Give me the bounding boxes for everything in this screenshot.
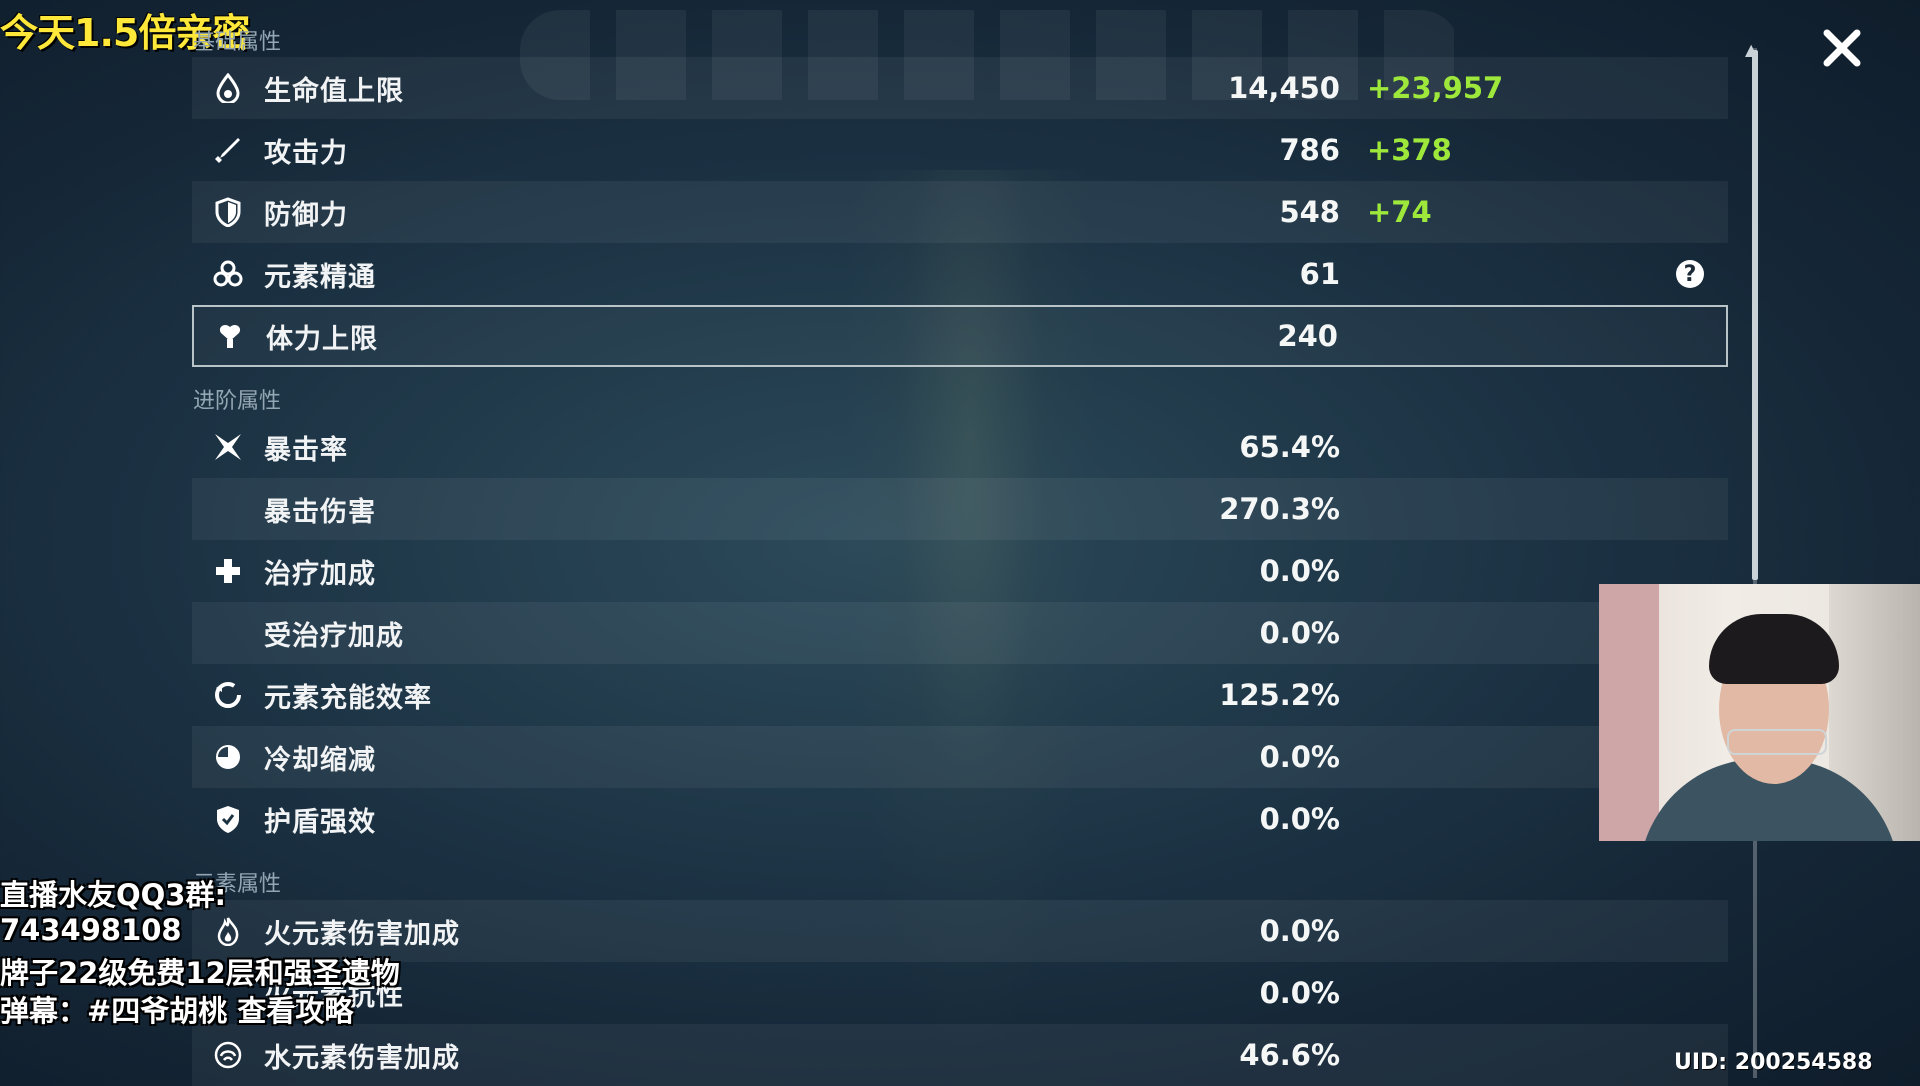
- stat-row-crit-dmg[interactable]: 暴击伤害 270.3%: [192, 478, 1728, 540]
- stat-row-healing-bonus[interactable]: 治疗加成 0.0%: [192, 540, 1728, 602]
- section-header-advanced: 进阶属性: [193, 389, 282, 414]
- close-button[interactable]: [1820, 26, 1864, 70]
- player-uid: UID: 200254588: [1674, 1050, 1873, 1075]
- stat-value: 240: [1277, 319, 1338, 353]
- sword-icon: [212, 134, 244, 166]
- hp-drop-icon: [212, 72, 244, 104]
- stat-value: 125.2%: [1219, 678, 1340, 712]
- healing-cross-icon: [212, 555, 244, 587]
- energy-recharge-icon: [212, 679, 244, 711]
- scrollbar-thumb[interactable]: [1752, 50, 1758, 580]
- stat-value: 0.0%: [1259, 802, 1340, 836]
- hydro-icon: [212, 1039, 244, 1071]
- shield-strength-icon: [212, 803, 244, 835]
- close-icon: [1823, 29, 1861, 67]
- stat-label: 治疗加成: [264, 558, 376, 590]
- stat-value: 0.0%: [1259, 554, 1340, 588]
- elemental-mastery-icon: [212, 258, 244, 290]
- stat-label: 攻击力: [264, 137, 348, 169]
- stat-value: 14,450: [1228, 71, 1340, 105]
- stat-row-cooldown[interactable]: 冷却缩减 0.0%: [192, 726, 1728, 788]
- scroll-up-icon[interactable]: ▲: [1745, 40, 1757, 59]
- overlay-badge-info: 牌子22级免费12层和强圣遗物: [0, 956, 400, 990]
- stat-label: 受治疗加成: [264, 620, 404, 652]
- stat-value: 46.6%: [1239, 1038, 1340, 1072]
- stat-row-atk[interactable]: 攻击力 786 +378: [192, 119, 1728, 181]
- stat-row-em[interactable]: 元素精通 61 ?: [192, 243, 1728, 305]
- stat-label: 水元素伤害加成: [264, 1042, 460, 1074]
- overlay-qq-group-label: 直播水友QQ3群:: [0, 878, 227, 912]
- stat-row-hp[interactable]: 生命值上限 14,450 +23,957: [192, 57, 1728, 119]
- stat-row-energy-recharge[interactable]: 元素充能效率 125.2%: [192, 664, 1728, 726]
- stat-value: 548: [1279, 195, 1340, 229]
- cooldown-icon: [212, 741, 244, 773]
- stat-label: 防御力: [264, 199, 348, 231]
- stat-label: 护盾强效: [264, 806, 376, 838]
- stat-bonus: +378: [1367, 133, 1452, 167]
- stat-row-pyro-dmg[interactable]: 火元素伤害加成 0.0%: [192, 900, 1728, 962]
- stamina-icon: [214, 320, 246, 352]
- webcam-feed: [1599, 584, 1920, 841]
- stat-row-pyro-res[interactable]: 火元素抗性 0.0%: [192, 962, 1728, 1024]
- stat-row-shield-strength[interactable]: 护盾强效 0.0%: [192, 788, 1728, 850]
- stat-value: 0.0%: [1259, 740, 1340, 774]
- stat-value: 0.0%: [1259, 914, 1340, 948]
- section-header-base: 基础属性: [193, 30, 282, 55]
- stat-value: 65.4%: [1239, 430, 1340, 464]
- stat-label: 暴击伤害: [264, 496, 376, 528]
- overlay-danmaku-hint: 弹幕：#四爷胡桃 查看攻略: [0, 994, 354, 1028]
- help-icon[interactable]: ?: [1676, 260, 1704, 288]
- overlay-qq-group-number: 743498108: [0, 913, 182, 947]
- stat-label: 元素精通: [264, 261, 376, 293]
- pyro-icon: [212, 915, 244, 947]
- stat-row-stamina[interactable]: 体力上限 240: [192, 305, 1728, 367]
- stat-value: 0.0%: [1259, 616, 1340, 650]
- shield-icon: [212, 196, 244, 228]
- stat-row-crit-rate[interactable]: 暴击率 65.4%: [192, 416, 1728, 478]
- stat-bonus: +23,957: [1367, 71, 1504, 105]
- crit-rate-icon: [212, 431, 244, 463]
- stat-value: 0.0%: [1259, 976, 1340, 1010]
- stat-label: 冷却缩减: [264, 744, 376, 776]
- stat-value: 270.3%: [1219, 492, 1340, 526]
- stat-row-hydro-dmg[interactable]: 水元素伤害加成 46.6%: [192, 1024, 1728, 1086]
- stat-value: 786: [1279, 133, 1340, 167]
- stat-row-incoming-healing[interactable]: 受治疗加成 0.0%: [192, 602, 1728, 664]
- stat-label: 元素充能效率: [264, 682, 432, 714]
- stat-label: 体力上限: [266, 323, 378, 355]
- stat-label: 生命值上限: [264, 75, 404, 107]
- stat-label: 暴击率: [264, 434, 348, 466]
- stat-bonus: +74: [1367, 195, 1432, 229]
- stat-row-def[interactable]: 防御力 548 +74: [192, 181, 1728, 243]
- stat-label: 火元素伤害加成: [264, 918, 460, 950]
- stat-value: 61: [1299, 257, 1340, 291]
